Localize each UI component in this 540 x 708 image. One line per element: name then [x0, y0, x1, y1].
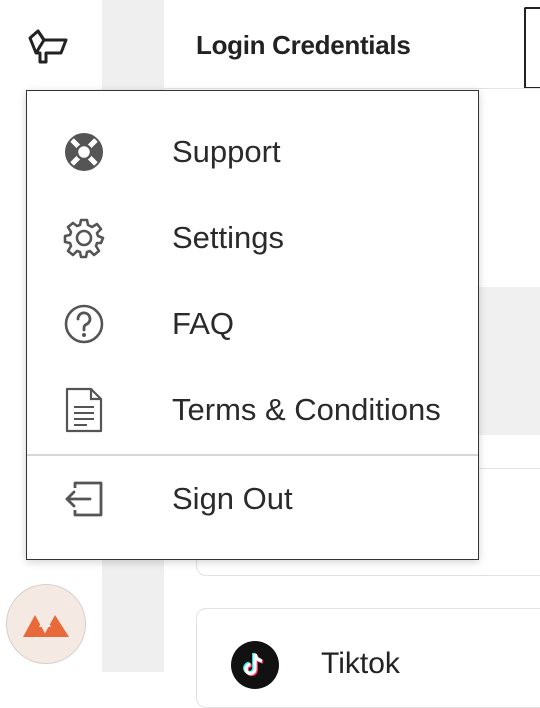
question-circle-icon [63, 303, 105, 345]
header-divider [164, 88, 540, 89]
sign-out-icon [63, 478, 105, 520]
document-icon [63, 387, 105, 433]
menu-item-label: Terms & Conditions [172, 392, 441, 427]
page-title: Login Credentials [196, 30, 411, 60]
account-dropdown-menu: Support Settings FAQ Terms & Conditions … [26, 90, 479, 560]
header-action-box[interactable] [524, 7, 540, 89]
avatar[interactable] [6, 584, 86, 664]
brand-logo-icon [23, 615, 69, 637]
megaphone-icon[interactable] [26, 26, 72, 68]
gear-icon [63, 217, 105, 259]
menu-item-label: Settings [172, 220, 285, 255]
menu-item-support[interactable]: Support [27, 109, 478, 195]
menu-item-sign-out[interactable]: Sign Out [27, 456, 478, 542]
menu-item-settings[interactable]: Settings [27, 195, 478, 281]
menu-item-faq[interactable]: FAQ [27, 281, 478, 367]
menu-item-label: Support [172, 134, 281, 169]
menu-item-label: FAQ [172, 306, 235, 341]
card-label: Tiktok [321, 647, 400, 680]
lifebuoy-icon [63, 131, 105, 173]
menu-item-label: Sign Out [172, 481, 293, 516]
menu-item-terms[interactable]: Terms & Conditions [27, 367, 478, 453]
credential-card-tiktok[interactable]: Tiktok [196, 608, 540, 708]
tiktok-icon [231, 641, 279, 689]
